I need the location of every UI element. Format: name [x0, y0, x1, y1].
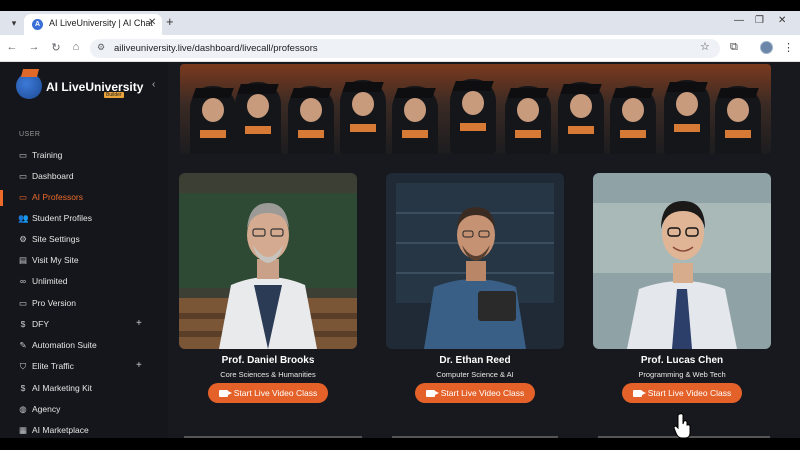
- sidebar-item-visit-my-site[interactable]: ▤ Visit My Site: [0, 251, 168, 271]
- sidebar-item-dfy[interactable]: $ DFY +: [0, 315, 168, 335]
- favicon-icon: A: [32, 19, 43, 30]
- wand-icon: ✎: [19, 340, 27, 350]
- browser-menu-icon[interactable]: ⋮: [783, 41, 794, 54]
- url-text[interactable]: ailiveuniversity.live/dashboard/livecall…: [114, 43, 318, 54]
- professor-name: Prof. Lucas Chen: [640, 355, 724, 366]
- sidebar-item-agency[interactable]: ◍ Agency: [0, 400, 168, 420]
- sidebar-item-unlimited[interactable]: ∞ Unlimited: [0, 272, 168, 292]
- sidebar-item-label: Elite Traffic: [32, 361, 74, 371]
- sidebar-item-label: Site Settings: [32, 234, 80, 244]
- minimize-icon[interactable]: —: [734, 15, 744, 26]
- sidebar-item-label: Pro Version: [32, 298, 76, 308]
- gear-icon: ⚙: [19, 234, 27, 244]
- expand-icon[interactable]: +: [136, 318, 142, 329]
- sidebar-item-student-profiles[interactable]: 👥 Student Profiles: [0, 209, 168, 229]
- shield-icon: ⛉: [19, 361, 27, 371]
- globe-icon: ◍: [19, 404, 27, 414]
- professor-field: Core Sciences & Humanities: [220, 370, 316, 379]
- professor-photo: [386, 173, 564, 349]
- window-close-icon[interactable]: ✕: [778, 15, 786, 26]
- sidebar-item-ai-marketplace[interactable]: ▦ AI Marketplace: [0, 421, 168, 438]
- dollar-icon: $: [20, 319, 26, 329]
- main-content: Prof. Daniel Brooks Core Sciences & Huma…: [168, 62, 800, 438]
- sidebar-item-automation-suite[interactable]: ✎ Automation Suite: [0, 336, 168, 356]
- site-info-icon[interactable]: ⚙: [97, 42, 105, 53]
- professor-photo: [179, 173, 357, 349]
- reload-icon[interactable]: ↻: [49, 41, 63, 54]
- graduation-cap-icon: [20, 69, 40, 77]
- window-icon: ▤: [18, 255, 28, 265]
- tab-strip: ▾ A AI LiveUniversity | AI Chat ✕ + — ❐ …: [0, 11, 800, 35]
- sidebar-item-elite-traffic[interactable]: ⛉ Elite Traffic +: [0, 357, 168, 377]
- sidebar: AI LiveUniversity Builder ‹ USER ▭ Train…: [0, 62, 168, 438]
- professor-field: Computer Science & AI: [436, 370, 514, 379]
- video-camera-icon: [632, 390, 646, 397]
- sidebar-item-label: Visit My Site: [32, 255, 79, 265]
- sidebar-item-label: AI Professors: [32, 192, 84, 202]
- home-icon[interactable]: ⌂: [69, 41, 83, 53]
- hero-banner-image: [180, 64, 771, 154]
- collapse-sidebar-icon[interactable]: ‹: [152, 79, 155, 90]
- professor-name: Prof. Daniel Brooks: [221, 355, 315, 366]
- restore-icon[interactable]: ❐: [755, 15, 764, 26]
- users-icon: 👥: [18, 213, 29, 223]
- divider: [392, 436, 558, 438]
- sidebar-item-site-settings[interactable]: ⚙ Site Settings: [0, 230, 168, 250]
- start-live-video-class-button[interactable]: Start Live Video Class: [622, 383, 742, 403]
- start-live-video-class-button[interactable]: Start Live Video Class: [208, 383, 328, 403]
- sidebar-item-label: Agency: [32, 404, 61, 414]
- sidebar-item-training[interactable]: ▭ Training: [0, 146, 168, 166]
- professor-photo: [593, 173, 771, 349]
- button-label: Start Live Video Class: [233, 388, 318, 398]
- active-indicator: [0, 190, 3, 206]
- sidebar-item-label: Automation Suite: [32, 340, 97, 350]
- sidebar-item-ai-professors[interactable]: ▭ AI Professors: [0, 188, 168, 208]
- sidebar-item-dashboard[interactable]: ▭ Dashboard: [0, 167, 168, 187]
- browser-toolbar: ← → ↻ ⌂ ⚙ ailiveuniversity.live/dashboar…: [0, 35, 800, 62]
- hand-pointer-icon: [674, 413, 691, 438]
- graduates-illustration: [180, 64, 771, 154]
- sidebar-item-label: Dashboard: [32, 171, 74, 181]
- store-icon: ▦: [18, 425, 28, 435]
- sidebar-item-label: AI Marketplace: [32, 425, 89, 435]
- forward-icon[interactable]: →: [27, 41, 41, 53]
- divider: [184, 436, 362, 438]
- sidebar-item-label: Unlimited: [32, 276, 68, 286]
- active-tab[interactable]: A AI LiveUniversity | AI Chat ✕: [24, 14, 162, 35]
- video-camera-icon: [425, 390, 439, 397]
- professor-name: Dr. Ethan Reed: [439, 355, 511, 366]
- address-bar[interactable]: ⚙ ailiveuniversity.live/dashboard/liveca…: [90, 39, 720, 58]
- brand-badge: Builder: [104, 92, 124, 98]
- monitor-icon: ▭: [18, 192, 28, 202]
- sidebar-item-label: DFY: [32, 319, 49, 329]
- extensions-icon[interactable]: ⧉: [730, 41, 738, 54]
- button-label: Start Live Video Class: [647, 388, 732, 398]
- tab-close-icon[interactable]: ✕: [148, 17, 156, 28]
- section-label: USER: [19, 131, 41, 138]
- monitor-icon: ▭: [18, 298, 28, 308]
- sidebar-item-pro-version[interactable]: ▭ Pro Version: [0, 294, 168, 314]
- monitor-icon: ▭: [18, 150, 28, 160]
- sidebar-item-label: AI Marketing Kit: [32, 383, 92, 393]
- expand-icon[interactable]: +: [136, 360, 142, 371]
- infinity-icon: ∞: [19, 276, 27, 286]
- browser-window: ▾ A AI LiveUniversity | AI Chat ✕ + — ❐ …: [0, 11, 800, 438]
- start-live-video-class-button[interactable]: Start Live Video Class: [415, 383, 535, 403]
- new-tab-icon[interactable]: +: [166, 14, 174, 29]
- sidebar-item-label: Training: [32, 150, 63, 160]
- monitor-icon: ▭: [18, 171, 28, 181]
- brand-name: AI LiveUniversity: [46, 80, 144, 94]
- bookmark-star-icon[interactable]: ☆: [700, 40, 710, 53]
- video-camera-icon: [218, 390, 232, 397]
- sidebar-item-label: Student Profiles: [32, 213, 93, 223]
- back-icon[interactable]: ←: [5, 41, 19, 53]
- sidebar-item-ai-marketing-kit[interactable]: $ AI Marketing Kit: [0, 379, 168, 399]
- professor-field: Programming & Web Tech: [638, 370, 726, 379]
- dollar-icon: $: [20, 383, 26, 393]
- tab-search-icon[interactable]: ▾: [6, 15, 22, 31]
- profile-avatar[interactable]: [760, 41, 773, 54]
- tab-title: AI LiveUniversity | AI Chat: [49, 18, 153, 28]
- button-label: Start Live Video Class: [440, 388, 525, 398]
